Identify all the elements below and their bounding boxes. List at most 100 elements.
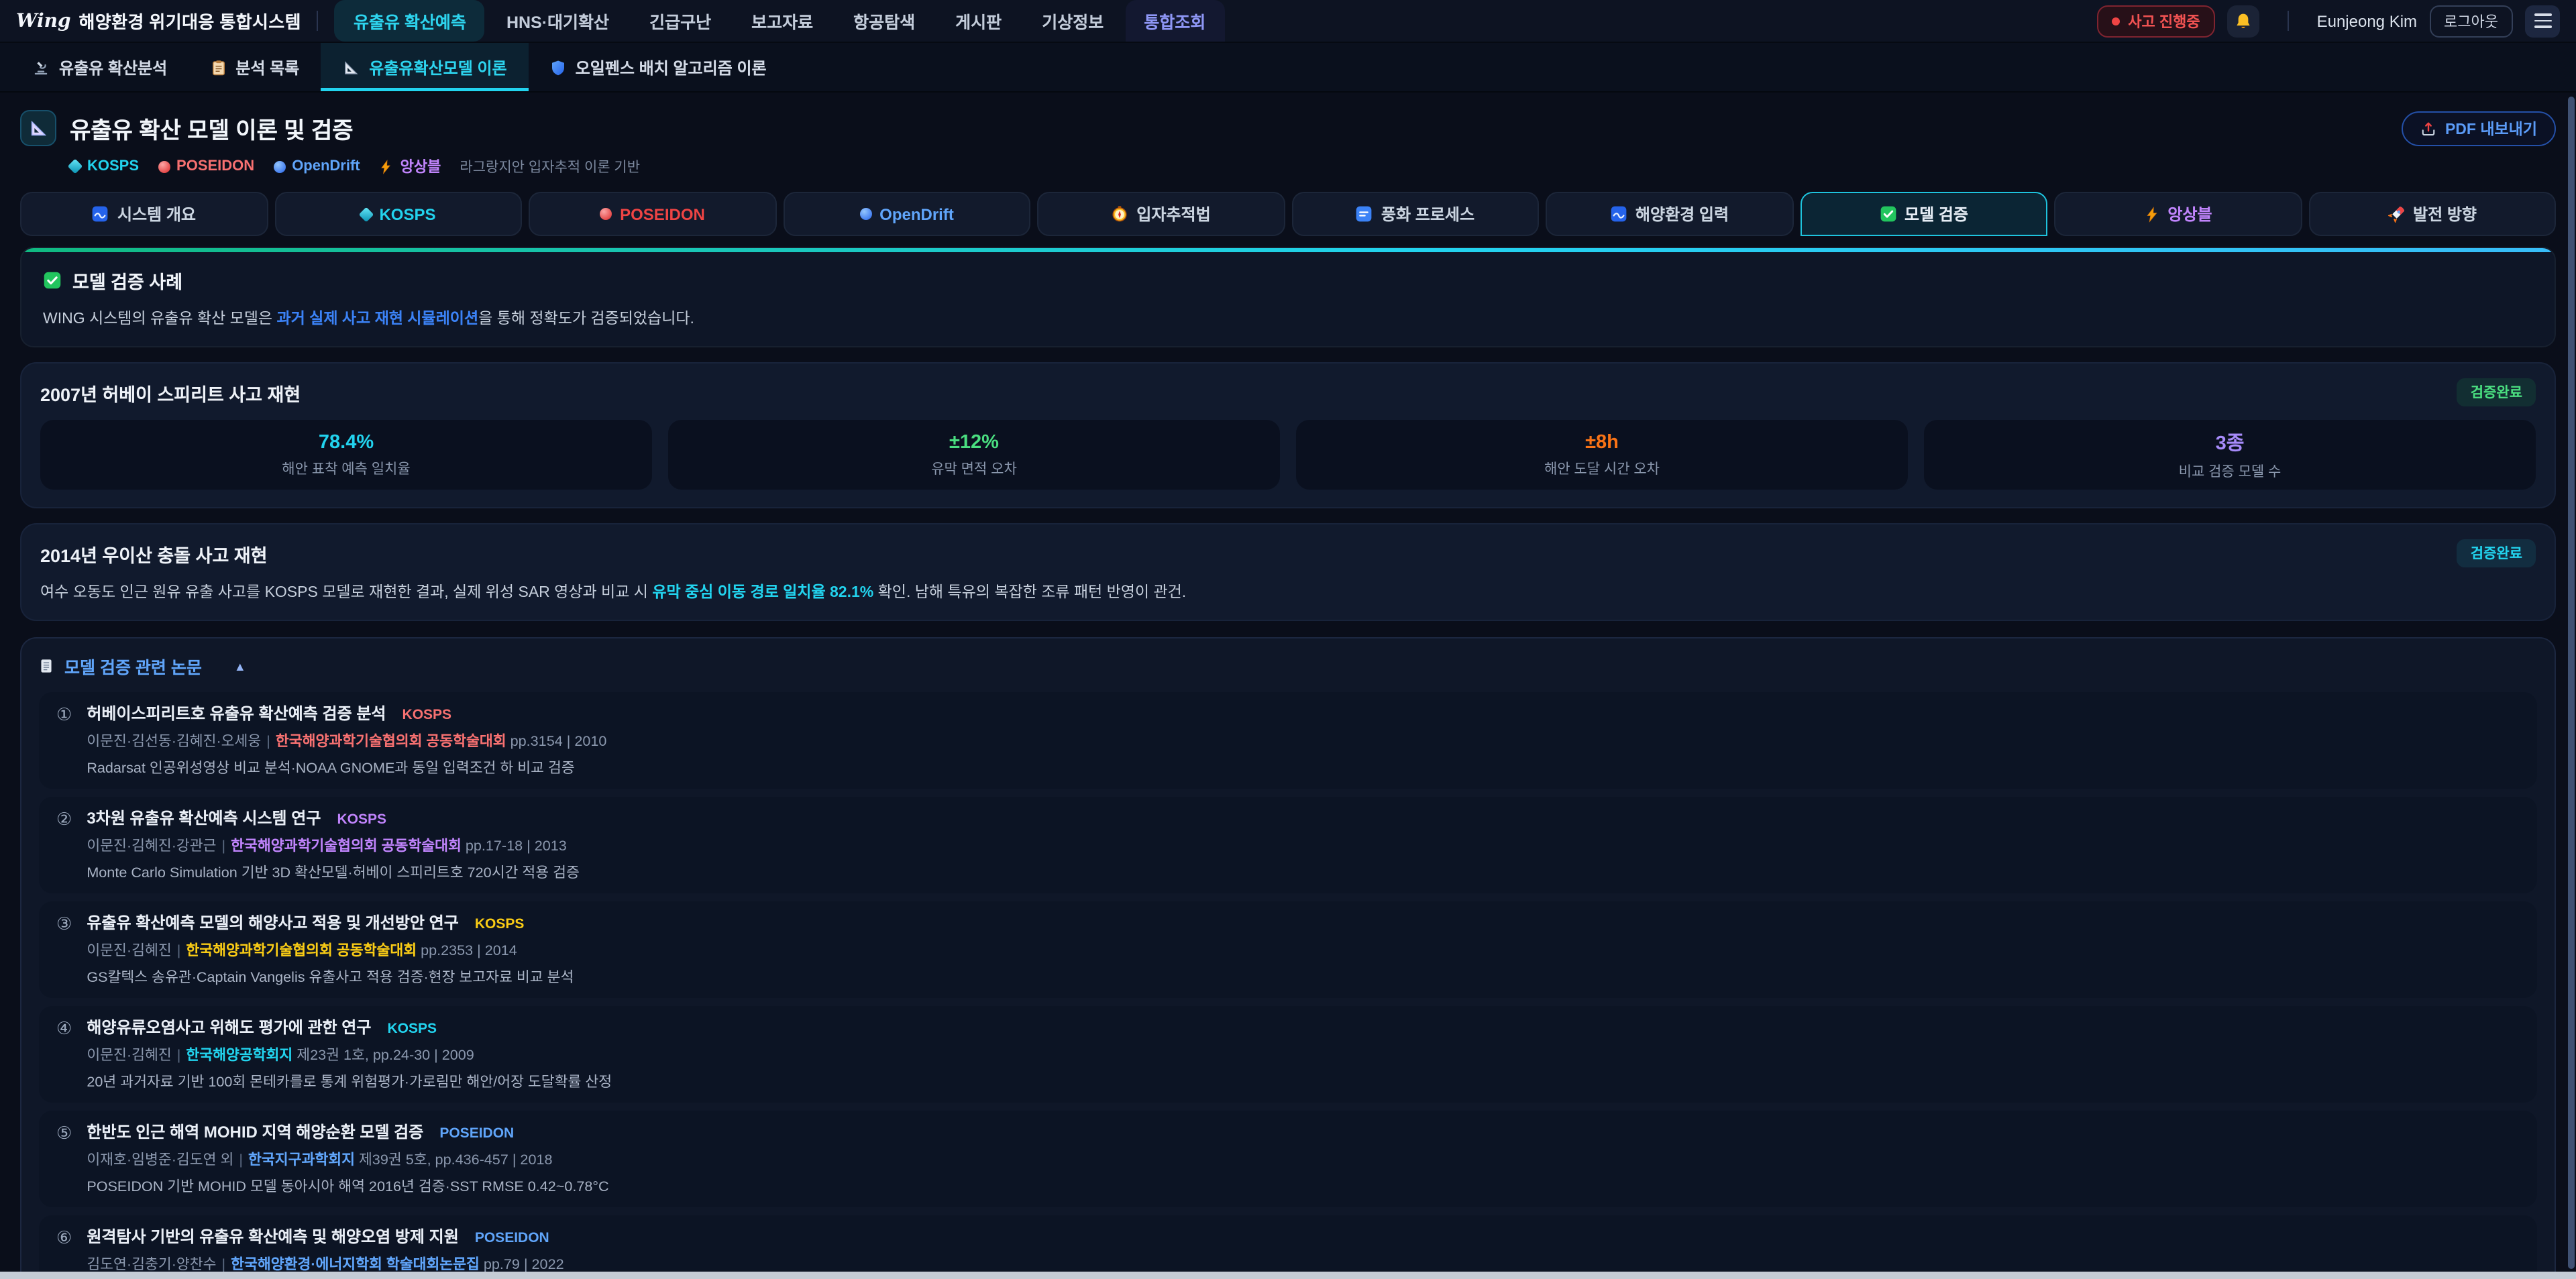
paper-model-tag: KOSPS xyxy=(402,707,452,723)
model-badges-row: KOSPS POSEIDON OpenDrift 앙상블 라그랑지안 입자추적 … xyxy=(70,156,2556,177)
paper-model-tag: KOSPS xyxy=(387,1021,437,1037)
page-title: 유출유 확산 모델 이론 및 검증 xyxy=(70,111,354,145)
clipboard-icon xyxy=(210,58,226,76)
logout-button[interactable]: 로그아웃 xyxy=(2429,5,2513,37)
badge-opendrift: OpenDrift xyxy=(273,158,360,174)
nav-tab-weather-info[interactable]: 기상정보 xyxy=(1023,0,1122,42)
paper-venue: 한국해양환경·에너지학회 학술대회논문집 xyxy=(231,1257,480,1273)
blue-dot-icon xyxy=(859,208,871,220)
subtab-oil-fence-theory[interactable]: 오일펜스 배치 알고리즘 이론 xyxy=(529,43,788,91)
paper-description: 20년 과거자료 기반 100회 몬테카를로 통계 위험평가·가로림만 해안/어… xyxy=(87,1070,2520,1092)
subtab-spill-model-theory[interactable]: 유출유확산모델 이론 xyxy=(321,43,528,91)
papers-section: 모델 검증 관련 논문 ▲ ① 허베이스피리트호 유출유 확산예측 검증 분석K… xyxy=(20,637,2556,1279)
paper-description: GS칼텍스 송유관·Captain Vangelis 유출사고 적용 검증·현장… xyxy=(87,966,2520,987)
papers-title[interactable]: 모델 검증 관련 논문 xyxy=(64,653,202,679)
tab-marine-env-input[interactable]: 해양환경 입력 xyxy=(1546,192,1793,236)
case1-title: 2007년 허베이 스피리트 사고 재현 xyxy=(40,379,301,406)
papers-list: ① 허베이스피리트호 유출유 확산예측 검증 분석KOSPS 이문진·김선동·김… xyxy=(39,692,2537,1279)
tab-ensemble[interactable]: 앙상블 xyxy=(2054,192,2302,236)
triangle-ruler-icon xyxy=(28,118,48,138)
case-card-hebei-spirit: 2007년 허베이 스피리트 사고 재현 검증완료 78.4% 해안 표착 예측… xyxy=(20,362,2556,508)
badge-kosps: KOSPS xyxy=(70,158,139,174)
nav-tab-integrated-search[interactable]: 통합조회 xyxy=(1125,0,1224,42)
compass-icon xyxy=(1111,205,1128,223)
paper-citation: 이문진·김혜진|한국해양공학회지 제23권 1호, pp.24-30 | 200… xyxy=(87,1044,2520,1065)
process-icon xyxy=(1356,205,1373,223)
case-card-wuyishan: 2014년 우이산 충돌 사고 재현 검증완료 여수 오동도 인근 원유 유출 … xyxy=(20,523,2556,621)
tab-kosps[interactable]: KOSPS xyxy=(274,192,522,236)
paper-title: 해양유류오염사고 위해도 평가에 관한 연구 xyxy=(87,1015,371,1038)
rocket-icon xyxy=(2387,205,2405,223)
nav-tab-oil-spill-prediction[interactable]: 유출유 확산예측 xyxy=(335,0,485,42)
paper-venue: 한국지구과학회지 xyxy=(248,1152,355,1168)
paper-citation: 이문진·김혜진·강관근|한국해양과학기술협의회 공동학술대회 pp.17-18 … xyxy=(87,834,2520,856)
paper-number: ④ xyxy=(56,1015,72,1092)
subtab-spill-analysis[interactable]: 유출유 확산분석 xyxy=(11,43,189,91)
tab-poseidon[interactable]: POSEIDON xyxy=(529,192,776,236)
paper-number: ③ xyxy=(56,911,72,987)
paper-item-3[interactable]: ③ 유출유 확산예측 모델의 해양사고 적용 및 개선방안 연구KOSPS 이문… xyxy=(39,901,2537,998)
shield-icon xyxy=(550,58,566,76)
stat-arrival-time-error: ±8h 해안 도달 시간 오차 xyxy=(1296,420,1908,490)
paper-title: 원격탐사 기반의 유출유 확산예측 및 해양오염 방제 지원 xyxy=(87,1225,459,1247)
nav-tab-aerial-search[interactable]: 항공탐색 xyxy=(835,0,934,42)
document-icon xyxy=(39,657,54,675)
paper-item-6[interactable]: ⑥ 원격탐사 기반의 유출유 확산예측 및 해양오염 방제 지원 POSEIDON… xyxy=(39,1215,2537,1279)
hamburger-menu-icon[interactable] xyxy=(2525,5,2560,37)
validated-badge: 검증완료 xyxy=(2457,378,2536,406)
incident-in-progress-badge[interactable]: 사고 진행중 xyxy=(2097,5,2214,37)
paper-model-tag: KOSPS xyxy=(475,916,525,932)
page-header: 유출유 확산 모델 이론 및 검증 KOSPS POSEIDON OpenDri… xyxy=(0,93,2576,188)
pdf-export-button[interactable]: PDF 내보내기 xyxy=(2402,111,2556,146)
tab-system-overview[interactable]: 시스템 개요 xyxy=(20,192,268,236)
divider xyxy=(317,11,319,31)
tab-particle-tracking[interactable]: 입자추적법 xyxy=(1037,192,1285,236)
paper-number: ⑥ xyxy=(56,1225,72,1279)
main-nav-tabs: 유출유 확산예측 HNS·대기확산 긴급구난 보고자료 항공탐색 게시판 기상정… xyxy=(335,0,1224,42)
page-icon-box xyxy=(20,110,56,146)
lightning-icon xyxy=(2143,206,2159,222)
bottom-edge-strip xyxy=(0,1272,2576,1279)
paper-venue: 한국해양과학기술협의회 공동학술대회 xyxy=(186,943,417,959)
incident-dot-icon xyxy=(2112,17,2120,25)
vertical-scrollbar[interactable] xyxy=(2568,97,2575,1269)
badge-poseidon: POSEIDON xyxy=(158,158,254,174)
validation-intro-title: 모델 검증 사례 xyxy=(72,267,182,294)
app-logo[interactable]: Wing 해양환경 위기대응 통합시스템 xyxy=(16,8,301,34)
page-subtitle: 라그랑지안 입자추적 이론 기반 xyxy=(460,156,640,176)
bell-icon xyxy=(2234,11,2253,30)
paper-number: ② xyxy=(56,806,72,883)
paper-number: ⑤ xyxy=(56,1120,72,1197)
nav-tab-emergency-rescue[interactable]: 긴급구난 xyxy=(631,0,730,42)
paper-model-tag: POSEIDON xyxy=(439,1125,514,1142)
tab-model-validation[interactable]: 모델 검증 xyxy=(1800,192,2047,236)
nav-tab-board[interactable]: 게시판 xyxy=(936,0,1020,42)
nav-tab-hns-atmospheric[interactable]: HNS·대기확산 xyxy=(488,0,628,42)
paper-item-2[interactable]: ② 3차원 유출유 확산예측 시스템 연구KOSPS 이문진·김혜진·강관근|한… xyxy=(39,797,2537,893)
validated-badge: 검증완료 xyxy=(2457,539,2536,567)
subtab-analysis-list[interactable]: 분석 목록 xyxy=(189,43,321,91)
paper-item-5[interactable]: ⑤ 한반도 인근 해역 MOHID 지역 해양순환 모델 검증POSEIDON … xyxy=(39,1111,2537,1207)
validation-intro-link[interactable]: 과거 실제 사고 재현 시뮬레이션 xyxy=(276,311,478,327)
microscope-icon xyxy=(32,58,50,76)
notifications-button[interactable] xyxy=(2227,5,2259,37)
paper-citation: 이문진·김혜진|한국해양과학기술협의회 공동학술대회 pp.2353 | 201… xyxy=(87,939,2520,960)
paper-model-tag: POSEIDON xyxy=(475,1230,549,1246)
paper-description: Monte Carlo Simulation 기반 3D 확산모델·허베이 스피… xyxy=(87,861,2520,883)
collapse-caret-icon[interactable]: ▲ xyxy=(234,659,246,673)
wing-logo-text: Wing xyxy=(16,10,71,32)
paper-venue: 한국해양공학회지 xyxy=(186,1048,292,1064)
diamond-icon xyxy=(68,159,83,174)
nav-tab-reports[interactable]: 보고자료 xyxy=(733,0,832,42)
paper-item-1[interactable]: ① 허베이스피리트호 유출유 확산예측 검증 분석KOSPS 이문진·김선동·김… xyxy=(39,692,2537,789)
check-icon xyxy=(43,271,62,290)
tab-future-direction[interactable]: 발전 방향 xyxy=(2308,192,2556,236)
paper-item-4[interactable]: ④ 해양유류오염사고 위해도 평가에 관한 연구 KOSPS 이문진·김혜진|한국… xyxy=(39,1006,2537,1103)
paper-venue: 한국해양과학기술협의회 공동학술대회 xyxy=(231,838,462,854)
diamond-icon xyxy=(358,207,374,222)
tab-opendrift[interactable]: OpenDrift xyxy=(783,192,1030,236)
triangle-ruler-icon xyxy=(342,58,360,76)
check-icon xyxy=(1879,205,1896,223)
validation-intro-body: WING 시스템의 유출유 확산 모델은 과거 실제 사고 재현 시뮬레이션을 … xyxy=(43,307,2533,329)
tab-weathering-process[interactable]: 풍화 프로세스 xyxy=(1291,192,1539,236)
